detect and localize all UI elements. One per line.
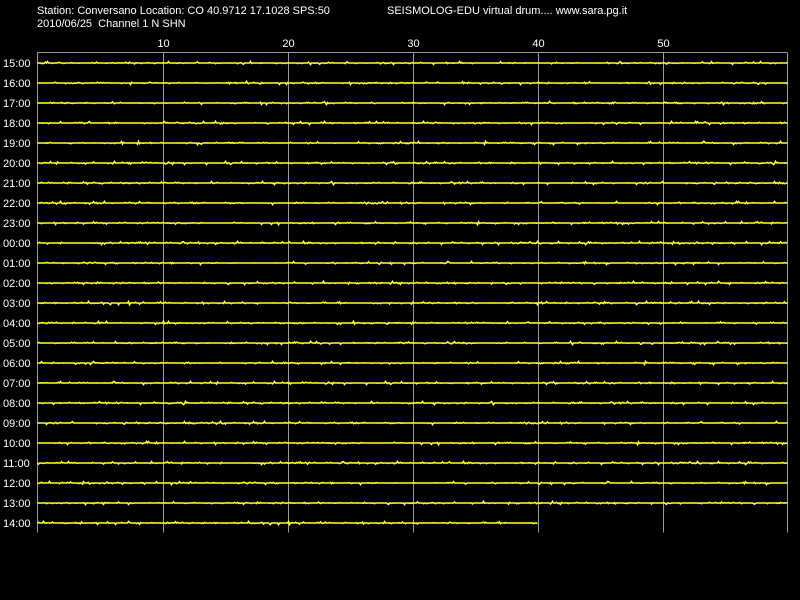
- row-time-label: 02:00: [3, 278, 31, 290]
- row-time-label: 08:00: [3, 398, 31, 410]
- row-time-label: 01:00: [3, 258, 31, 270]
- seismic-trace: [37, 399, 788, 406]
- x-tick-label: 50: [657, 38, 669, 50]
- row-time-label: 07:00: [3, 378, 31, 390]
- x-tick-label: 30: [407, 38, 419, 50]
- seismogram-drum-chart: 10 20 30 40 50 15:00 16:00 17:00 18:00 19:00 20:00…: [3, 38, 789, 533]
- row-time-label: 21:00: [3, 178, 31, 190]
- seismic-trace: [37, 139, 788, 147]
- seismic-trace: [37, 159, 788, 166]
- row-time-label: 10:00: [3, 438, 31, 450]
- seismic-trace: [37, 260, 788, 267]
- row-time-label: 19:00: [3, 138, 31, 150]
- seismic-trace: [37, 299, 788, 307]
- row-time-label: 03:00: [3, 298, 31, 310]
- seismic-trace: [37, 339, 788, 346]
- row-time-label: 09:00: [3, 418, 31, 430]
- seismic-trace: [37, 499, 788, 506]
- seismic-trace: [36, 460, 788, 467]
- seismic-trace: [37, 180, 788, 186]
- seismic-trace: [37, 79, 789, 86]
- row-time-label: 17:00: [3, 98, 31, 110]
- seismic-trace: [37, 279, 788, 286]
- row-time-label: 16:00: [3, 78, 31, 90]
- seismic-trace: [37, 479, 788, 487]
- row-time-label: 14:00: [3, 518, 31, 530]
- seismic-trace: [37, 519, 538, 527]
- row-time-label: 20:00: [3, 158, 31, 170]
- row-time-label: 15:00: [3, 58, 31, 70]
- row-time-label: 00:00: [3, 238, 31, 250]
- seismic-trace: [37, 59, 788, 66]
- x-tick-label: 20: [282, 38, 294, 50]
- x-tick-label: 10: [157, 38, 169, 50]
- row-time-label: 11:00: [3, 458, 30, 470]
- row-time-label: 18:00: [3, 118, 31, 130]
- seismic-trace: [37, 100, 788, 107]
- seismic-trace: [37, 119, 788, 126]
- seismic-trace: [37, 359, 788, 366]
- row-time-label: 22:00: [3, 198, 31, 210]
- x-tick-label: 40: [532, 38, 544, 50]
- seismic-trace: [37, 199, 788, 206]
- row-time-label: 06:00: [3, 358, 31, 370]
- seismic-trace: [37, 379, 788, 386]
- seismic-trace: [37, 319, 788, 326]
- seismic-trace: [37, 239, 788, 247]
- row-time-label: 13:00: [3, 498, 31, 510]
- seismic-trace: [37, 439, 788, 447]
- seismic-trace: [37, 219, 788, 227]
- seismic-trace: [37, 420, 788, 426]
- row-time-label: 12:00: [3, 478, 31, 490]
- row-time-label: 05:00: [3, 338, 31, 350]
- row-time-label: 04:00: [3, 318, 31, 330]
- row-time-label: 23:00: [3, 218, 31, 230]
